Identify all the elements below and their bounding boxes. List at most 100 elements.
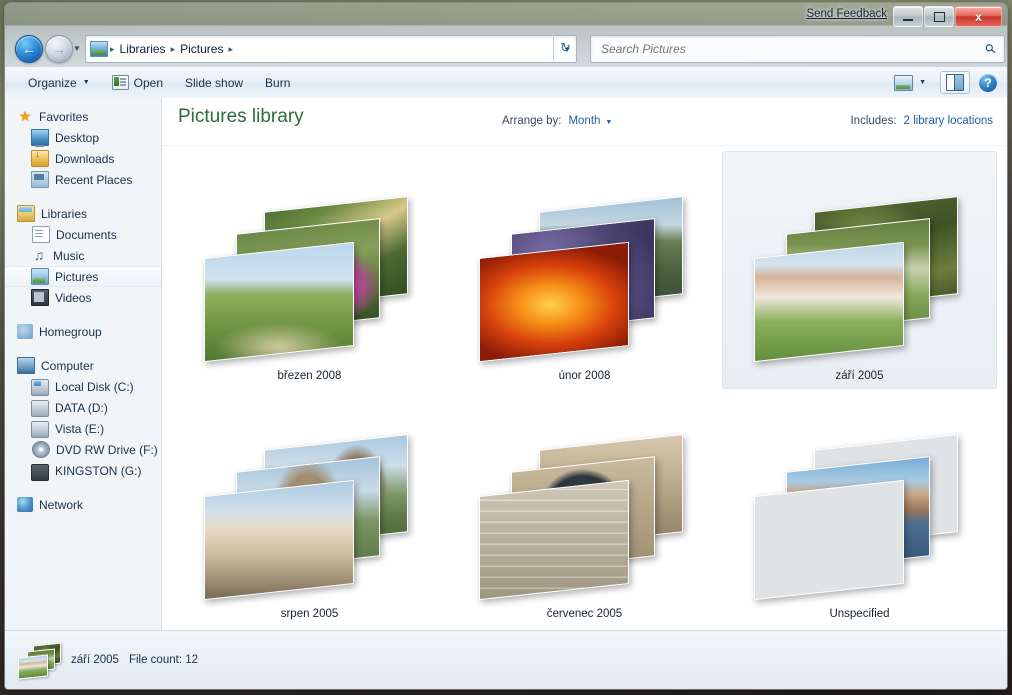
organize-button[interactable]: Organize ▼ [19,73,99,93]
breadcrumb-pictures[interactable]: Pictures [177,42,226,56]
arrange-by-label: Arrange by: [502,115,562,127]
thumbnail-stack [203,196,410,366]
arrange-by-value[interactable]: Month [568,115,600,127]
sidebar-item-network[interactable]: Network [5,494,161,515]
sidebar-label: Documents [56,227,117,242]
minimize-button[interactable] [893,6,923,27]
music-icon: ♫ [33,247,45,263]
pictures-library-icon [90,41,108,57]
sidebar-label: Computer [41,358,94,373]
address-bar[interactable]: ▸ Libraries ▸ Pictures ▸ ▼ [85,35,577,63]
folder-label: červenec 2005 [546,608,623,620]
sidebar-label: Videos [55,290,92,305]
chevron-down-icon: ▼ [82,79,90,86]
thumbnail-front [753,479,904,601]
chevron-down-icon: ▼ [919,79,926,86]
forward-button[interactable]: → [45,35,73,63]
thumbnail-front [478,241,629,363]
show-preview-pane-button[interactable] [940,71,970,94]
open-icon [111,75,129,90]
folder-tile-cervenec-2005[interactable]: červenec 2005 [447,389,722,627]
breadcrumb-libraries[interactable]: Libraries [117,42,169,56]
status-selection-name: září 2005 [71,654,119,666]
folder-label: Unspecified [829,608,890,620]
folder-label: září 2005 [835,370,884,382]
nav-group-libraries: Libraries Documents ♫ Music Pictures Vid… [5,203,161,308]
refresh-button[interactable]: ↻ [553,35,577,61]
sidebar-label: Network [39,497,84,512]
close-icon: x [975,9,982,24]
thumbnail-front [203,241,354,363]
preview-pane-icon [946,74,964,91]
search-box[interactable]: ⚲ [590,35,1005,63]
sidebar-label: Homegroup [39,324,102,339]
help-button[interactable]: ? [979,73,997,92]
sidebar-item-local-disk-c[interactable]: Local Disk (C:) [5,376,161,397]
open-button[interactable]: Open [103,72,172,93]
open-label: Open [133,75,163,90]
back-button[interactable]: ← [15,35,43,63]
status-thumb-front [18,654,48,680]
maximize-icon [933,11,945,22]
sidebar-item-desktop[interactable]: Desktop [5,127,161,148]
sidebar-item-videos[interactable]: Videos [5,287,161,308]
slide-show-button[interactable]: Slide show [176,73,252,93]
send-feedback-link[interactable]: Send Feedback [806,8,887,20]
folder-tile-unspecified[interactable]: Unspecified [722,389,997,627]
sidebar-item-favorites[interactable]: ★ Favorites [5,106,161,127]
sidebar-label: DVD RW Drive (F:) [56,442,158,457]
includes-control: Includes: 2 library locations [850,115,993,127]
navigation-pane[interactable]: ★ Favorites Desktop Downloads Recent Pla… [5,98,162,631]
pictures-icon [31,268,49,285]
folder-tile-brezen-2008[interactable]: březen 2008 [172,151,447,389]
change-view-icon [894,74,914,91]
sidebar-item-recent-places[interactable]: Recent Places [5,169,161,190]
burn-label: Burn [265,75,291,90]
minimize-icon [903,18,913,21]
network-icon [17,497,33,512]
nav-group-computer: Computer Local Disk (C:) DATA (D:) Vista… [5,355,161,481]
chevron-down-icon[interactable]: ▼ [605,119,612,126]
thumbnail-front [203,479,354,601]
organize-label: Organize [28,75,77,90]
sidebar-item-libraries[interactable]: Libraries [5,203,161,224]
thumbnail-front [478,479,629,601]
window-body: ★ Favorites Desktop Downloads Recent Pla… [5,98,1007,631]
sidebar-item-vista-e[interactable]: Vista (E:) [5,418,161,439]
folder-tile-srpen-2005[interactable]: srpen 2005 [172,389,447,627]
close-button[interactable]: x [955,6,1002,27]
sidebar-item-pictures[interactable]: Pictures [5,266,161,287]
folder-tile-zari-2005[interactable]: září 2005 [722,151,997,389]
sidebar-label: Favorites [39,109,89,124]
optical-drive-icon [32,441,50,458]
sidebar-item-documents[interactable]: Documents [5,224,161,245]
homegroup-icon [17,324,33,339]
sidebar-item-kingston-g[interactable]: KINGSTON (G:) [5,460,161,481]
title-bar: Send Feedback x [5,3,1007,31]
hard-drive-icon [31,421,49,438]
search-input[interactable] [599,41,973,57]
window-controls: x [892,6,1002,27]
sidebar-label: Downloads [55,151,115,166]
search-icon: ⚲ [982,40,1000,58]
recent-pages-caret-icon[interactable]: ▼ [73,44,81,53]
burn-button[interactable]: Burn [256,73,299,93]
sidebar-item-music[interactable]: ♫ Music [5,245,161,266]
sidebar-item-computer[interactable]: Computer [5,355,161,376]
command-toolbar: Organize ▼ Open Slide show Burn ▼ ? [5,67,1007,99]
library-locations-link[interactable]: 2 library locations [904,115,993,127]
sidebar-label: Recent Places [55,172,133,187]
sidebar-item-data-d[interactable]: DATA (D:) [5,397,161,418]
breadcrumb-separator-icon[interactable]: ▸ [226,44,235,55]
maximize-button[interactable] [924,6,954,27]
sidebar-item-downloads[interactable]: Downloads [5,148,161,169]
toolbar-right-group: ▼ ? [888,71,997,94]
forward-arrow-icon: → [52,41,66,57]
sidebar-item-dvd-rw-f[interactable]: DVD RW Drive (F:) [5,439,161,460]
folder-tile-unor-2008[interactable]: únor 2008 [447,151,722,389]
sidebar-item-homegroup[interactable]: Homegroup [5,321,161,342]
change-view-button[interactable]: ▼ [888,72,932,94]
